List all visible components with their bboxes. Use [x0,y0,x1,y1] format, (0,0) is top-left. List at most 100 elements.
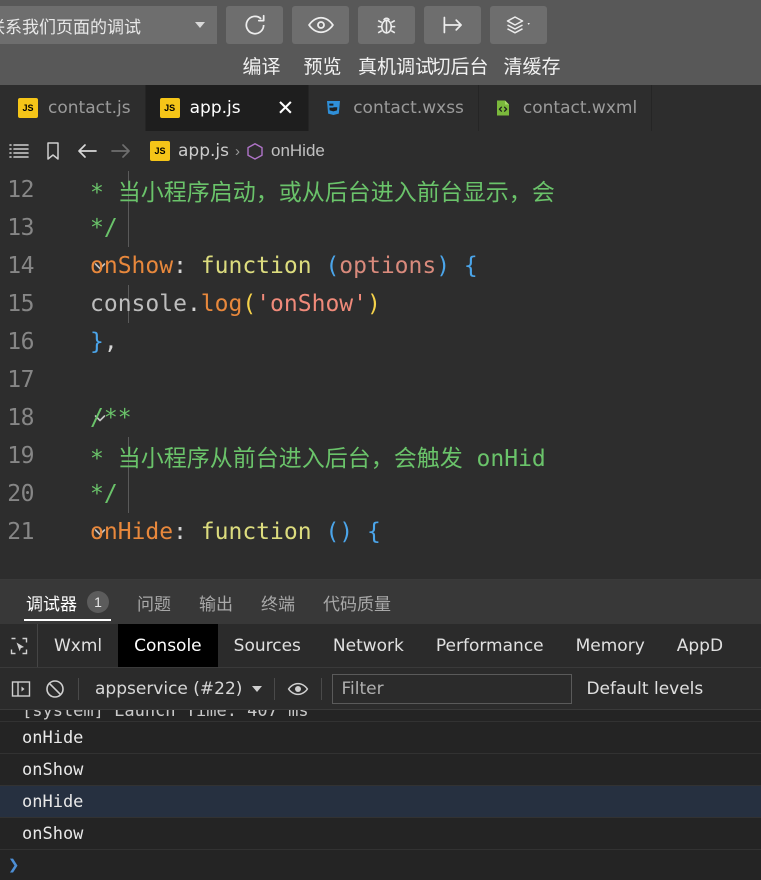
code-line: 20 */ [0,475,761,513]
devtools-tab-sources[interactable]: Sources [218,624,317,667]
inspect-cursor-icon[interactable] [0,624,38,667]
debugger-tab-1[interactable]: 问题 [123,580,185,624]
prompt-chevron-icon: ❯ [8,854,20,876]
preview-button[interactable] [292,6,349,44]
real-device-debug-button[interactable] [358,6,415,44]
code-line: 13 */ [0,209,761,247]
line-number: 15 [7,291,34,317]
file-tab-contact-wxss[interactable]: contact.wxss [309,85,479,131]
code-line: 21 onHide: function () { [0,513,761,551]
devtools-tab-memory[interactable]: Memory [560,624,661,667]
console-prompt[interactable]: ❯ [0,850,761,880]
line-number: 16 [7,329,34,355]
outline-list-icon[interactable] [2,142,36,160]
debugger-tab-label: 问题 [137,594,171,615]
back-arrow-icon[interactable] [70,141,104,161]
code-line: 14 onShow: function (options) { [0,247,761,285]
code-text: * 当小程序从前台进入后台，会触发 onHid [90,446,546,472]
clear-cache-label: 清缓存 [503,55,561,78]
wxml-file-icon [493,98,513,118]
breadcrumb-symbol[interactable]: onHide [246,141,325,161]
line-number: 17 [7,367,34,393]
toolbar-divider [274,677,276,700]
layers-icon [506,16,530,34]
console-filter-input[interactable] [332,673,573,704]
code-line: 19 * 当小程序从前台进入后台，会触发 onHid [0,437,761,475]
close-icon[interactable]: ✕ [277,97,295,119]
toolbar-labels-row: 编译 预览 真机调试 切后台 清缓存 [0,48,561,82]
console-log-levels-selector[interactable]: Default levels [586,679,703,699]
debugger-tab-label: 调试器 [26,594,77,615]
debugger-tab-0[interactable]: 调试器 1 [12,580,123,624]
line-number: 20 [7,481,34,507]
chevron-down-icon [252,685,263,692]
toolbar-divider [321,677,323,700]
file-tab-contact-js[interactable]: JS contact.js [0,85,146,131]
debugger-tab-label: 代码质量 [323,594,391,615]
console-row[interactable]: onHide [0,786,761,818]
console-output[interactable]: [system] Launch Time: 407 ms onHide onShow… [0,710,761,880]
file-tab-app-js[interactable]: JS app.js ✕ [145,85,310,131]
project-selector-label: 联系我们页面的调试 [0,17,141,37]
code-line: 18 /** [0,399,761,437]
breadcrumb-file[interactable]: JS app.js [150,141,229,161]
project-selector[interactable]: 联系我们页面的调试 [0,6,217,44]
js-file-icon: JS [18,98,38,118]
file-tab-label: contact.wxss [353,98,464,118]
debugger-tab-strip: 调试器 1 问题 输出 终端 代码质量 [0,580,761,624]
code-text: }, [90,329,118,355]
console-row[interactable]: onHide [0,722,761,754]
code-text: */ [90,481,118,507]
code-text: console.log('onShow') [90,291,381,317]
bookmark-icon[interactable] [36,141,70,161]
line-number: 14 [7,253,34,279]
debugger-tab-2[interactable]: 输出 [185,580,247,624]
toolbar-controls-row: 联系我们页面的调试 [0,6,547,44]
debugger-tab-4[interactable]: 代码质量 [309,580,405,624]
chevron-down-icon [195,22,205,28]
devtools-tabs: Wxml Console Sources Network Performance Memo… [38,624,739,667]
clear-console-icon[interactable] [38,678,72,700]
breadcrumb-symbol-label: onHide [270,141,325,160]
devtools-tab-wxml[interactable]: Wxml [38,624,118,667]
console-context-selector[interactable]: appservice (#22) [85,679,268,699]
devtools-tab-performance[interactable]: Performance [420,624,560,667]
breadcrumb: JS app.js › onHide [0,131,761,171]
line-number: 21 [7,519,34,545]
devtools-tab-console[interactable]: Console [118,624,218,667]
console-row[interactable]: [system] Launch Time: 407 ms [0,710,761,722]
code-editor[interactable]: 12 * 当小程序启动，或从后台进入前台显示，会 13 */14 onShow: f… [0,171,761,579]
indent-guide [128,475,129,513]
breadcrumb-separator: › [234,142,240,160]
debugger-tab-label: 输出 [199,594,233,615]
debugger-tab-3[interactable]: 终端 [247,580,309,624]
code-line: 17 [0,361,761,399]
js-file-icon: JS [150,141,170,161]
clear-cache-button[interactable] [490,6,547,44]
file-tab-contact-wxml[interactable]: contact.wxml [479,85,653,131]
toolbar-divider [78,677,79,700]
console-sidebar-icon[interactable] [4,679,38,699]
debugger-tab-label: 终端 [261,594,295,615]
devtools-tab-strip: Wxml Console Sources Network Performance Memo… [0,624,761,668]
console-row[interactable]: onShow [0,754,761,786]
switch-background-button[interactable] [424,6,481,44]
switch-background-label: 切后台 [431,55,489,78]
console-row[interactable]: onShow [0,818,761,850]
code-line: 16}, [0,323,761,361]
devtools-tab-appd[interactable]: AppD [661,624,739,667]
file-tab-label: contact.js [48,98,131,118]
indent-guide [128,209,129,247]
devtools-tab-network[interactable]: Network [317,624,420,667]
code-text: /** [90,405,132,431]
top-toolbar: 联系我们页面的调试 编译 预览 真机调试 切后台 清缓存 [0,0,761,85]
wxss-file-icon [323,98,343,118]
live-expression-icon[interactable] [281,680,315,698]
code-text: */ [90,215,118,241]
line-number: 13 [7,215,34,241]
real-device-debug-label: 真机调试 [358,55,435,78]
arrow-to-boundary-icon [443,16,462,34]
forward-arrow-icon[interactable] [104,141,138,161]
cube-symbol-icon [247,142,263,160]
compile-button[interactable] [226,6,283,44]
